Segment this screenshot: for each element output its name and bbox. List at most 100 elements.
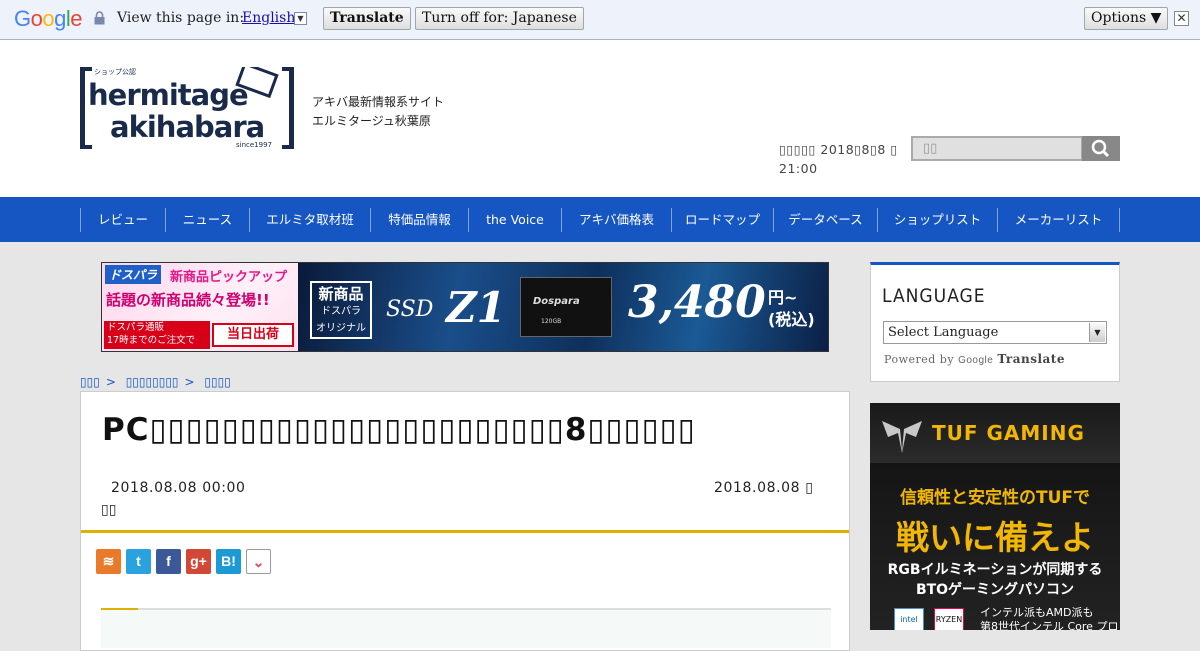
ryzen-badge: RYZEN bbox=[934, 608, 964, 630]
banner-drive-brand: Dospara bbox=[533, 296, 580, 307]
banner-pickup: 新商品ピックアップ bbox=[170, 270, 288, 285]
banner-left-panel: ドスパラ 新商品ピックアップ 話題の新商品続々登場!! ドスパラ通販 17時まで… bbox=[102, 263, 298, 351]
translate-bar: Google View this page in: English ▼ Tran… bbox=[0, 0, 1200, 40]
language-widget: LANGUAGE Select Language ▼ Powered by Go… bbox=[870, 262, 1120, 382]
ad-header: TUF GAMING bbox=[870, 403, 1120, 463]
current-datetime: ▯▯▯▯▯ 2018▯8▯8 ▯ 21:00 bbox=[779, 142, 898, 176]
translate-link[interactable]: Translate bbox=[997, 352, 1065, 366]
nav-item-review[interactable]: レビュー bbox=[80, 208, 165, 232]
breadcrumb-separator: > bbox=[184, 375, 195, 389]
banner-brand: ドスパラ bbox=[105, 265, 162, 284]
banner-mail-line2: 17時までのご注文で bbox=[107, 335, 196, 346]
article-content-box bbox=[101, 608, 831, 648]
twitter-icon[interactable]: t bbox=[126, 549, 151, 574]
banner-price-unit: 円~ (税込) bbox=[768, 287, 815, 331]
article-author: ▯▯ bbox=[101, 502, 117, 518]
article-date-updated: 2018.08.08 ▯ bbox=[714, 480, 814, 496]
intel-badge: intel bbox=[894, 608, 924, 630]
nav-item-deals[interactable]: 特価品情報 bbox=[370, 208, 468, 232]
hatena-bookmark-icon[interactable]: B! bbox=[216, 549, 241, 574]
ad-line3a: RGBイルミネーションが同期する bbox=[887, 562, 1103, 578]
banner-price: 3,480 bbox=[628, 277, 766, 328]
google-logo: Google bbox=[14, 6, 83, 31]
search-input[interactable]: ▯▯ bbox=[911, 136, 1083, 161]
language-title: LANGUAGE bbox=[882, 285, 986, 307]
rss-icon[interactable]: ≋ bbox=[96, 549, 121, 574]
nav-item-shoplist[interactable]: ショップリスト bbox=[877, 208, 997, 232]
banner-unit-line2: (税込) bbox=[768, 310, 815, 329]
breadcrumb-separator: > bbox=[105, 375, 116, 389]
article-divider bbox=[81, 530, 849, 533]
sidebar-ad[interactable]: TUF GAMING 信頼性と安定性のTUFで 戦いに備えよ RGBイルミネーシ… bbox=[870, 403, 1120, 630]
close-icon[interactable]: ✕ bbox=[1174, 11, 1189, 26]
banner-new-line1: 新商品 bbox=[318, 285, 364, 303]
chevron-down-icon[interactable]: ▼ bbox=[1089, 323, 1105, 342]
article-title: PC▯▯▯▯▯▯▯▯▯▯▯▯▯▯▯▯▯▯▯▯▯▯▯8▯▯▯▯▯▯ bbox=[102, 412, 696, 448]
site-tagline: アキバ最新情報系サイト エルミタージュ秋葉原 bbox=[312, 93, 444, 131]
ad-line3b: BTOゲーミングパソコン bbox=[915, 582, 1075, 598]
nav-item-voice[interactable]: the Voice bbox=[468, 208, 561, 232]
search-icon bbox=[1091, 139, 1110, 158]
main-nav: レビュー ニュース エルミタ取材班 特価品情報 the Voice アキバ価格表… bbox=[0, 197, 1200, 242]
banner-drive-capacity: 120GB bbox=[541, 318, 562, 325]
powered-by-label: Powered by bbox=[884, 353, 955, 366]
ad-footer: インテル派もAMD派も 第8世代インテル Core プロセッサー bbox=[980, 606, 1120, 630]
logo-since: since1997 bbox=[236, 141, 272, 149]
nav-item-makerlist[interactable]: メーカーリスト bbox=[997, 208, 1119, 232]
turn-off-button[interactable]: Turn off for: Japanese bbox=[415, 7, 584, 30]
translate-button[interactable]: Translate bbox=[323, 7, 411, 30]
site-header: ショップ公認 hermitage akihabara since1997 アキバ… bbox=[0, 40, 1200, 197]
ad-line3: RGBイルミネーションが同期する BTOゲーミングパソコン bbox=[870, 560, 1120, 600]
banner-today: 当日出荷 bbox=[212, 323, 294, 347]
banner-model: Z1 bbox=[446, 283, 506, 332]
banner-new-line2: ドスパラ bbox=[321, 306, 361, 317]
breadcrumb-item-current[interactable]: ▯▯▯▯ bbox=[204, 375, 230, 389]
banner-topic: 話題の新商品続々登場!! bbox=[106, 291, 270, 309]
ad-brand: TUF GAMING bbox=[932, 421, 1085, 445]
ad-foot-line1: インテル派もAMD派も bbox=[980, 606, 1094, 619]
ad-line2: 戦いに備えよ bbox=[896, 518, 1094, 557]
ad-banner[interactable]: ドスパラ 新商品ピックアップ 話題の新商品続々登場!! ドスパラ通販 17時まで… bbox=[101, 262, 829, 352]
logo-line1: hermitage bbox=[88, 78, 248, 112]
site-logo[interactable]: ショップ公認 hermitage akihabara since1997 bbox=[80, 67, 294, 149]
language-dropdown-icon[interactable]: ▼ bbox=[294, 12, 307, 25]
language-select-value: Select Language bbox=[888, 325, 999, 340]
language-link[interactable]: English bbox=[242, 10, 295, 26]
nav-divider bbox=[1119, 208, 1120, 232]
pocket-icon[interactable]: ⌄ bbox=[246, 549, 271, 574]
banner-drive-image: Dospara 120GB bbox=[520, 277, 612, 337]
tuf-logo-icon bbox=[882, 421, 922, 453]
article-date-published: 2018.08.08 00:00 bbox=[111, 480, 246, 496]
powered-by: Powered by Google Translate bbox=[884, 352, 1065, 366]
banner-mail: ドスパラ通販 17時までのご注文で bbox=[104, 321, 210, 349]
facebook-icon[interactable]: f bbox=[156, 549, 181, 574]
ad-line1: 信頼性と安定性のTUFで bbox=[899, 488, 1090, 508]
banner-right-panel: 新商品 ドスパラ オリジナル SSD Z1 Dospara 120GB 3,48… bbox=[298, 263, 828, 351]
nav-item-database[interactable]: データベース bbox=[773, 208, 877, 232]
banner-new-badge: 新商品 ドスパラ オリジナル bbox=[310, 281, 372, 339]
language-select[interactable]: Select Language ▼ bbox=[883, 321, 1107, 344]
google-plus-icon[interactable]: g+ bbox=[186, 549, 211, 574]
logo-line2: akihabara bbox=[110, 110, 264, 144]
tagline-line2: エルミタージュ秋葉原 bbox=[312, 114, 431, 128]
logo-top-text: ショップ公認 bbox=[94, 67, 136, 76]
banner-new-line3: オリジナル bbox=[316, 323, 366, 334]
article-box-accent bbox=[101, 608, 138, 610]
banner-unit-line1: 円~ bbox=[768, 288, 798, 307]
lock-icon bbox=[94, 11, 105, 25]
banner-ssd: SSD bbox=[386, 297, 434, 322]
banner-mail-line1: ドスパラ通販 bbox=[107, 322, 165, 333]
breadcrumb-item-category[interactable]: ▯▯▯▯▯▯▯▯ bbox=[126, 375, 179, 389]
nav-item-price[interactable]: アキバ価格表 bbox=[561, 208, 671, 232]
search-button[interactable] bbox=[1082, 136, 1120, 161]
nav-item-reporting[interactable]: エルミタ取材班 bbox=[249, 208, 370, 232]
nav-item-roadmap[interactable]: ロードマップ bbox=[671, 208, 773, 232]
tagline-line1: アキバ最新情報系サイト bbox=[312, 95, 445, 109]
article: PC▯▯▯▯▯▯▯▯▯▯▯▯▯▯▯▯▯▯▯▯▯▯▯8▯▯▯▯▯▯ 2018.08… bbox=[80, 391, 850, 651]
nav-item-news[interactable]: ニュース bbox=[165, 208, 249, 232]
breadcrumb: ▯▯▯ > ▯▯▯▯▯▯▯▯ > ▯▯▯▯ bbox=[80, 375, 237, 389]
options-button[interactable]: Options ▼ bbox=[1084, 7, 1169, 30]
google-mini-logo[interactable]: Google bbox=[958, 355, 993, 366]
view-page-label: View this page in: bbox=[117, 10, 245, 26]
breadcrumb-item-home[interactable]: ▯▯▯ bbox=[80, 375, 100, 389]
